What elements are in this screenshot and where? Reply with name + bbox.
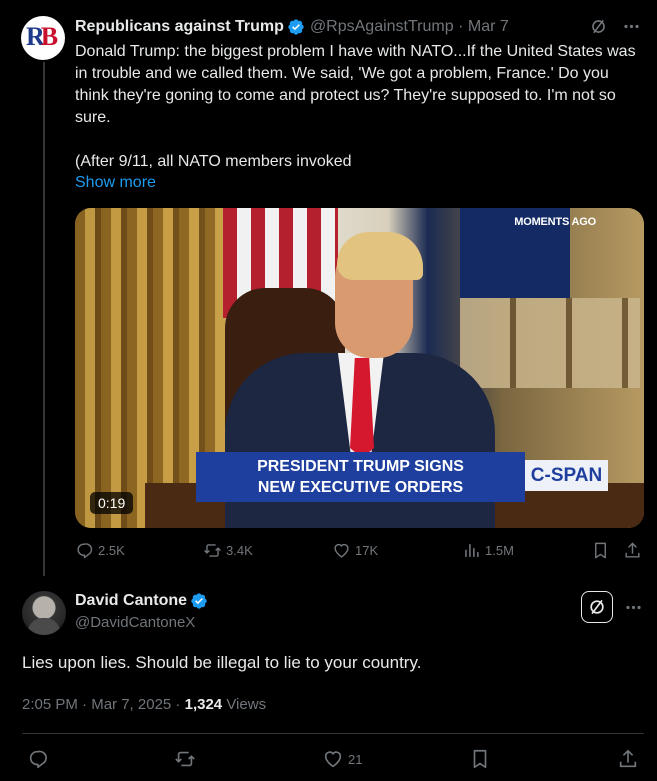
chyron-line-2: NEW EXECUTIVE ORDERS bbox=[257, 479, 464, 496]
tweet-date[interactable]: Mar 7, 2025 bbox=[91, 696, 171, 713]
main-tweet-text: Lies upon lies. Should be illegal to lie… bbox=[22, 653, 422, 672]
quoted-tweet-header: Republicans against Trump @RpsAgainstTru… bbox=[75, 17, 641, 37]
more-icon[interactable] bbox=[622, 17, 641, 36]
reply-icon bbox=[77, 543, 93, 559]
video-duration: 0:19 bbox=[90, 492, 134, 514]
reply-icon bbox=[29, 750, 47, 769]
like-icon bbox=[334, 543, 349, 558]
main-views-label: Views bbox=[226, 696, 267, 713]
repost-count: 3.4K bbox=[226, 543, 253, 558]
quoted-author-avatar[interactable]: RB bbox=[21, 16, 65, 60]
thread-connector-line bbox=[43, 62, 45, 576]
video-player[interactable]: MOMENTS AGO PRESIDENT TRUMP SIGNS NEW EX… bbox=[75, 208, 644, 528]
reply-count: 2.5K bbox=[98, 543, 125, 558]
grok-icon bbox=[590, 599, 604, 615]
repost-icon bbox=[175, 751, 195, 767]
video-overlay-tag: MOMENTS AGO bbox=[514, 216, 596, 228]
bookmark-icon bbox=[473, 749, 487, 769]
main-author-row: David Cantone bbox=[75, 591, 213, 611]
bookmark-button[interactable] bbox=[591, 541, 610, 560]
views-count: 1.5M bbox=[485, 543, 514, 558]
views-icon bbox=[465, 544, 479, 557]
main-repost-button[interactable] bbox=[174, 748, 196, 770]
divider bbox=[22, 733, 644, 734]
video-chyron: PRESIDENT TRUMP SIGNS NEW EXECUTIVE ORDE… bbox=[196, 452, 525, 502]
main-views-count: 1,324 bbox=[184, 696, 223, 713]
more-icon[interactable] bbox=[624, 598, 643, 617]
main-like-button[interactable]: 21 bbox=[322, 748, 362, 770]
bookmark-icon bbox=[595, 542, 606, 559]
verified-badge-icon bbox=[288, 19, 304, 35]
share-button[interactable] bbox=[623, 541, 642, 560]
video-picture-frames bbox=[460, 298, 640, 388]
grok-icon[interactable] bbox=[589, 17, 608, 36]
avatar-logo-r: R bbox=[26, 22, 45, 51]
tweet-time[interactable]: 2:05 PM bbox=[22, 696, 78, 713]
main-reply-button[interactable] bbox=[27, 748, 49, 770]
like-icon bbox=[324, 751, 342, 768]
reply-button[interactable]: 2.5K bbox=[75, 541, 125, 560]
like-button[interactable]: 17K bbox=[332, 541, 378, 560]
quoted-author-name[interactable]: Republicans against Trump bbox=[75, 18, 284, 36]
main-author-name[interactable]: David Cantone bbox=[75, 592, 187, 610]
views-button[interactable]: 1.5M bbox=[462, 541, 514, 560]
grok-button[interactable] bbox=[581, 591, 613, 623]
share-icon bbox=[625, 542, 640, 558]
repost-icon bbox=[204, 544, 221, 557]
quoted-tweet-text: Donald Trump: the biggest problem I have… bbox=[75, 43, 636, 170]
main-author-avatar[interactable] bbox=[22, 591, 66, 635]
chyron-line-1: PRESIDENT TRUMP SIGNS bbox=[257, 458, 464, 475]
main-bookmark-button[interactable] bbox=[469, 748, 491, 770]
repost-button[interactable]: 3.4K bbox=[203, 541, 253, 560]
quoted-author-handle[interactable]: @RpsAgainstTrump bbox=[310, 18, 454, 36]
verified-badge-icon bbox=[191, 593, 207, 609]
main-like-count: 21 bbox=[348, 751, 363, 767]
like-count: 17K bbox=[355, 543, 379, 558]
main-author-handle[interactable]: @DavidCantoneX bbox=[75, 614, 195, 631]
quoted-date[interactable]: Mar 7 bbox=[468, 18, 509, 35]
share-icon bbox=[619, 749, 637, 768]
main-tweet-meta: 2:05 PM · Mar 7, 2025 · 1,324 Views bbox=[22, 696, 267, 713]
main-action-bar: 21 bbox=[22, 748, 644, 772]
network-logo: C-SPAN bbox=[525, 460, 608, 491]
video-hair bbox=[337, 232, 423, 280]
avatar-logo-b: B bbox=[40, 22, 58, 51]
quoted-action-bar: 2.5K 3.4K 17K 1.5M bbox=[75, 541, 645, 563]
show-more-link[interactable]: Show more bbox=[75, 174, 156, 192]
main-share-button[interactable] bbox=[617, 748, 639, 770]
dot-separator: · bbox=[458, 18, 464, 35]
